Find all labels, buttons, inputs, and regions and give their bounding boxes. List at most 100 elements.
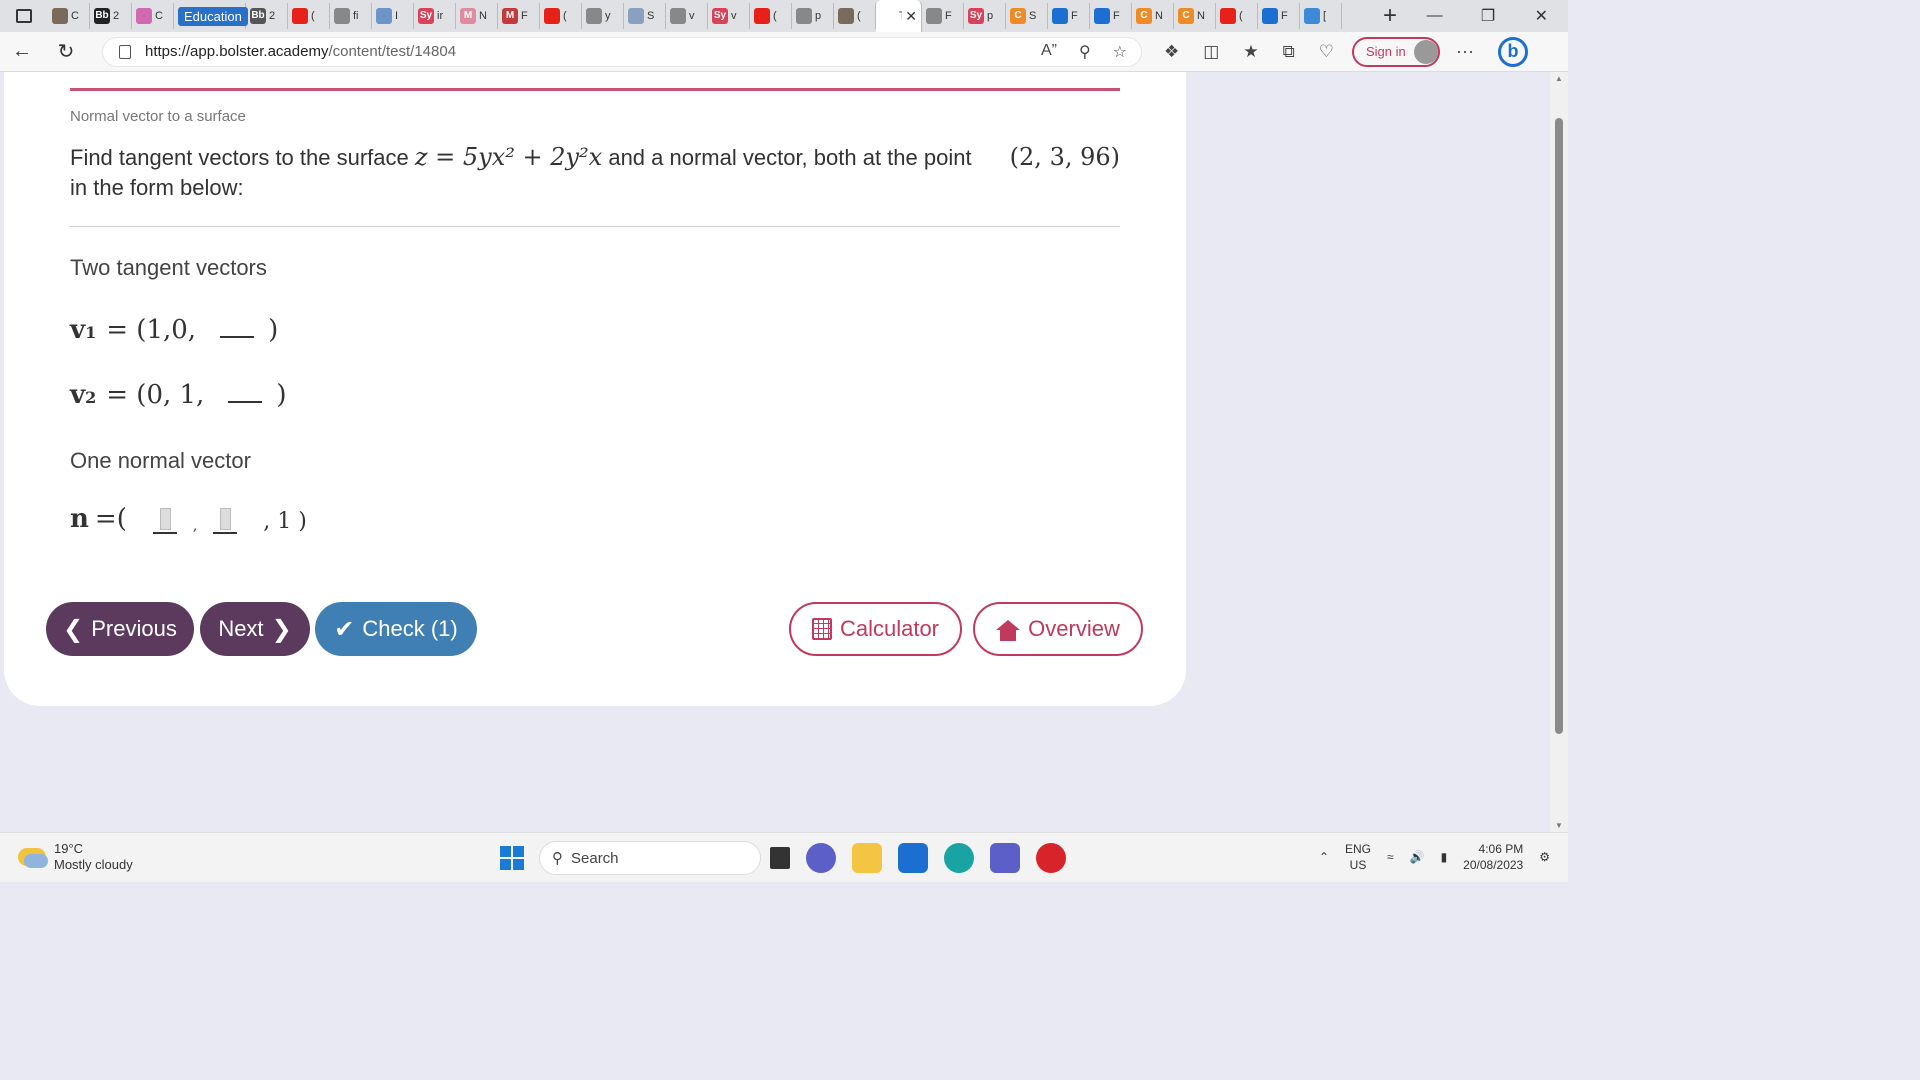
browser-tab[interactable]: Bb 2 (90, 3, 132, 29)
check-label: Check (1) (362, 616, 458, 641)
browser-tab[interactable]: F (922, 3, 964, 29)
v1-prefix: = (1,0, (106, 315, 197, 345)
battery-icon[interactable]: ▮ (1441, 850, 1448, 864)
chevron-up-icon[interactable]: ⌃ (1319, 850, 1329, 864)
browser-tab[interactable]: F (1048, 3, 1090, 29)
back-button[interactable]: ← (0, 32, 44, 72)
close-tab-icon[interactable]: ✕ (905, 8, 917, 25)
url-field[interactable]: https://app.bolster.academy/content/test… (102, 36, 1142, 67)
browser-tab[interactable]: F (1258, 3, 1300, 29)
browser-tab[interactable]: C (48, 3, 90, 29)
v2-z-input[interactable] (228, 377, 263, 403)
n-x-input[interactable] (152, 504, 177, 534)
browser-tab[interactable]: ( (834, 3, 876, 29)
volume-icon[interactable]: 🔊 (1410, 850, 1425, 864)
wifi-icon[interactable]: ≈ (1387, 850, 1394, 864)
edge-browser-icon[interactable] (944, 843, 974, 873)
browser-tab[interactable]: fi (330, 3, 372, 29)
browser-tab[interactable]: ( (750, 3, 792, 29)
browser-tab[interactable]: y (582, 3, 624, 29)
favorite-star-icon[interactable]: ☆ (1113, 42, 1127, 62)
browser-tab[interactable]: ( (288, 3, 330, 29)
browser-tab[interactable]: v (666, 3, 708, 29)
tab-label: fi (353, 10, 359, 22)
read-aloud-icon[interactable]: A” (1041, 42, 1057, 62)
tab-actions-button[interactable] (0, 0, 48, 32)
n-y-input[interactable] (213, 504, 238, 534)
zoom-icon[interactable]: ⚲ (1079, 42, 1091, 62)
browser-tab[interactable]: ( (1216, 3, 1258, 29)
tab-label: ( (857, 10, 861, 22)
browser-tab[interactable]: Education (174, 3, 248, 29)
browser-tab[interactable]: CN (1132, 3, 1174, 29)
next-button[interactable]: Next ❯ (200, 602, 310, 656)
antivirus-icon[interactable] (1036, 843, 1066, 873)
browser-tab[interactable]: MF (498, 3, 540, 29)
browser-tab[interactable]: MN (456, 3, 498, 29)
extensions-icon[interactable]: ❖ (1164, 42, 1179, 62)
more-options-icon[interactable]: ··· (1456, 41, 1474, 62)
browser-tab[interactable]: Sy ir (414, 3, 456, 29)
tab-label: C (155, 10, 163, 22)
browser-tab[interactable]: Bb 2 (246, 3, 288, 29)
performance-icon[interactable]: ♡ (1319, 42, 1334, 62)
browser-tab[interactable]: C (132, 3, 174, 29)
system-tray: ⌃ ENG US ≈ 🔊 ▮ 4:06 PM 20/08/2023 ⚙ (1319, 841, 1550, 873)
vertical-scrollbar[interactable]: ▲ ▼ (1550, 72, 1568, 832)
v1-close-paren: ) (268, 315, 279, 345)
youtube-icon (544, 8, 560, 24)
windows-start-icon[interactable] (500, 846, 524, 870)
taskbar-search[interactable]: ⚲ Search (539, 841, 761, 875)
task-view-icon[interactable] (770, 847, 790, 869)
collections-icon[interactable]: ⧉ (1283, 42, 1295, 62)
tab-label: F (1113, 10, 1120, 22)
browser-tab[interactable]: T✕ (876, 0, 922, 32)
avatar-icon (1413, 39, 1438, 64)
scroll-down-arrow-icon[interactable]: ▼ (1554, 821, 1564, 830)
minimize-button[interactable]: — (1408, 0, 1461, 32)
browser-tab[interactable]: p (792, 3, 834, 29)
taskbar: 19°C Mostly cloudy ⚲ Search ⌃ ENG US ≈ 🔊… (0, 832, 1568, 882)
browser-tab[interactable]: ( (540, 3, 582, 29)
youtube-icon (292, 8, 308, 24)
v1-z-input[interactable] (220, 312, 255, 338)
v1-name: v (70, 315, 86, 345)
favorites-icon[interactable]: ★ (1243, 42, 1258, 62)
scroll-up-arrow-icon[interactable]: ▲ (1554, 74, 1564, 83)
active-tab (880, 8, 896, 24)
new-tab-button[interactable]: + (1372, 2, 1408, 30)
scroll-thumb[interactable] (1555, 118, 1563, 734)
language-indicator[interactable]: ENG US (1345, 841, 1371, 873)
teams-icon[interactable] (990, 843, 1020, 873)
check-button[interactable]: ✔ Check (1) (315, 602, 477, 656)
browser-tab[interactable]: Sy v (708, 3, 750, 29)
browser-tab[interactable]: [ (1300, 3, 1342, 29)
v1-row: v1 = (1,0, ) (70, 312, 278, 345)
overview-label: Overview (1028, 616, 1120, 641)
file-explorer-icon[interactable] (852, 843, 882, 873)
clock[interactable]: 4:06 PM 20/08/2023 (1463, 841, 1523, 873)
mail-icon[interactable] (898, 843, 928, 873)
chat-icon[interactable] (806, 843, 836, 873)
url-path: /content/test/14804 (328, 43, 457, 60)
notifications-icon[interactable]: ⚙ (1539, 850, 1550, 864)
overview-button[interactable]: Overview (973, 602, 1143, 656)
split-screen-icon[interactable]: ◫ (1203, 42, 1219, 62)
browser-tab[interactable]: CS (1006, 3, 1048, 29)
browser-tab[interactable]: F (1090, 3, 1132, 29)
previous-button[interactable]: ❮ Previous (46, 602, 194, 656)
browser-tab[interactable]: Sy p (964, 3, 1006, 29)
weather-widget[interactable]: 19°C Mostly cloudy (18, 841, 133, 873)
v2-close-paren: ) (276, 380, 287, 410)
bing-copilot-icon[interactable]: b (1497, 36, 1528, 67)
close-window-button[interactable]: ✕ (1515, 0, 1568, 32)
refresh-button[interactable]: ↻ (44, 32, 88, 72)
calculator-button[interactable]: Calculator (789, 602, 962, 656)
sign-in-button[interactable]: Sign in (1351, 36, 1440, 67)
browser-tab[interactable]: S (624, 3, 666, 29)
browser-tab[interactable]: CN (1174, 3, 1216, 29)
blackboard-icon: Bb (94, 8, 110, 24)
restore-button[interactable]: ❐ (1461, 0, 1514, 32)
blackboard-icon: Bb (250, 8, 266, 24)
browser-tab[interactable]: I (372, 3, 414, 29)
